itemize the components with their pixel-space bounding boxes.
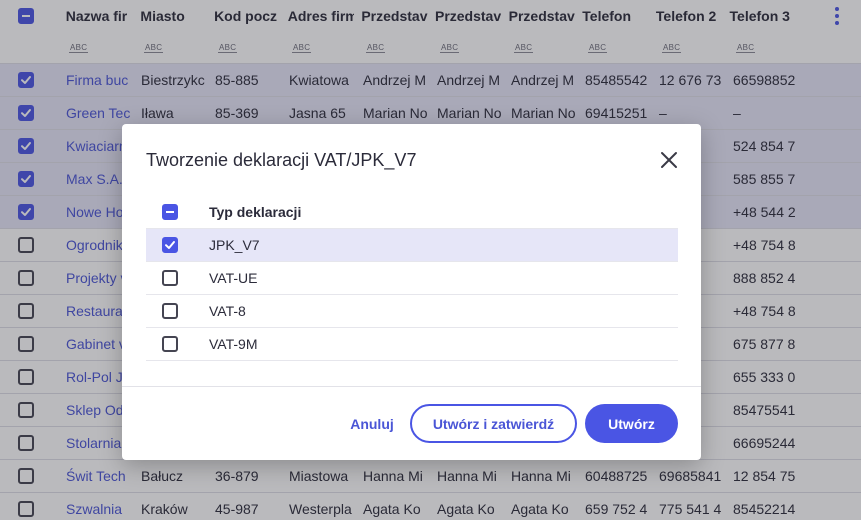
declaration-list-header: Typ deklaracji — [146, 196, 678, 229]
declaration-type-label: VAT-8 — [209, 303, 246, 319]
dialog-footer-divider — [122, 386, 701, 387]
declaration-type-row[interactable]: JPK_V7 — [146, 229, 678, 262]
create-and-approve-button[interactable]: Utwórz i zatwierdź — [410, 404, 577, 443]
check-icon — [165, 241, 175, 249]
minus-icon — [166, 211, 174, 213]
create-button[interactable]: Utwórz — [585, 404, 678, 443]
declaration-type-checkbox[interactable] — [162, 270, 178, 286]
declaration-type-checkbox[interactable] — [162, 336, 178, 352]
declaration-type-list: Typ deklaracji JPK_V7 VAT-UE VAT-8 VAT-9M — [146, 196, 678, 361]
close-button[interactable] — [659, 150, 679, 170]
close-icon — [661, 152, 677, 168]
declaration-type-label: VAT-UE — [209, 270, 258, 286]
declaration-type-header: Typ deklaracji — [209, 204, 302, 220]
declaration-type-label: VAT-9M — [209, 336, 258, 352]
declaration-type-checkbox[interactable] — [162, 237, 178, 253]
select-all-declarations-checkbox[interactable] — [162, 204, 178, 220]
declaration-type-row[interactable]: VAT-8 — [146, 295, 678, 328]
declaration-type-label: JPK_V7 — [209, 237, 260, 253]
dialog-title: Tworzenie deklaracji VAT/JPK_V7 — [146, 150, 417, 170]
declaration-type-row[interactable]: VAT-UE — [146, 262, 678, 295]
cancel-button[interactable]: Anuluj — [342, 404, 402, 443]
declaration-type-row[interactable]: VAT-9M — [146, 328, 678, 361]
declaration-type-checkbox[interactable] — [162, 303, 178, 319]
vat-declaration-dialog: Tworzenie deklaracji VAT/JPK_V7 Typ dekl… — [122, 124, 701, 460]
